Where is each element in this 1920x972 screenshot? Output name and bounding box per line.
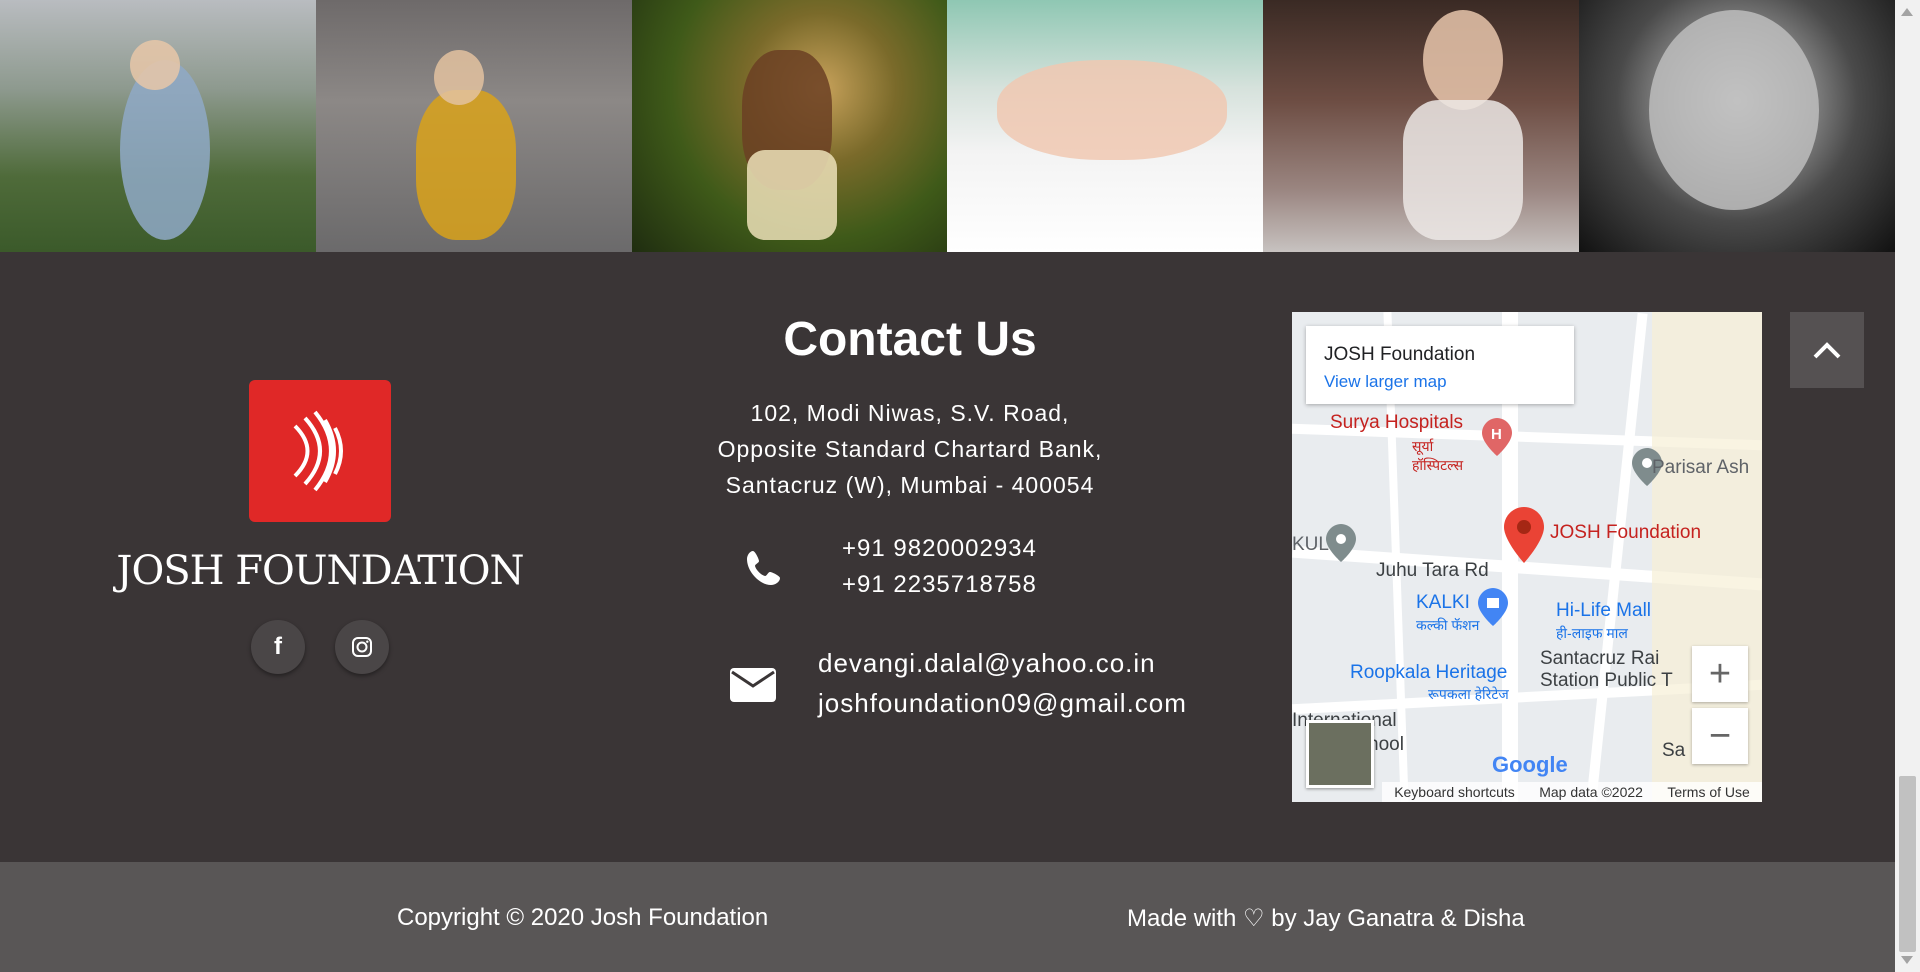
map-label-hilife-hindi: ही-लाइफ माल xyxy=(1556,625,1628,641)
map-label-surya-hindi: सूर्या हॉस्पिटल्स xyxy=(1412,438,1464,473)
zoom-in-icon: + xyxy=(1708,652,1732,695)
email-link[interactable]: joshfoundation09@gmail.com xyxy=(818,683,1187,723)
instagram-glyph xyxy=(352,637,372,657)
zoom-out-icon: − xyxy=(1708,714,1732,757)
brand-name: JOSH FOUNDATION xyxy=(116,548,524,594)
view-larger-map-link[interactable]: View larger map xyxy=(1324,372,1447,392)
address: 102, Modi Niwas, S.V. Road, Opposite Sta… xyxy=(690,395,1130,503)
contact-title: Contact Us xyxy=(783,313,1037,366)
embedded-map[interactable]: JOSH Foundation View larger map Surya Ho… xyxy=(1292,312,1762,802)
address-line: Opposite Standard Chartard Bank, xyxy=(717,436,1103,462)
map-street xyxy=(1586,312,1648,802)
footer-bottom-bar: Copyright © 2020 Josh Foundation Made wi… xyxy=(0,862,1895,972)
logo-mark-icon xyxy=(293,410,343,492)
map-label-josh: JOSH Foundation xyxy=(1550,522,1702,543)
phone-row: +91 9820002934 +91 2235718758 xyxy=(690,531,1130,603)
social-links: f xyxy=(100,620,540,674)
map-label-parisar: Parisar Ash xyxy=(1652,457,1750,478)
email-row: devangi.dalal@yahoo.co.in joshfoundation… xyxy=(690,643,1186,723)
child-reaching-photo[interactable] xyxy=(0,0,316,252)
map-label-kul: KUL xyxy=(1292,534,1329,555)
email-addresses: devangi.dalal@yahoo.co.in joshfoundation… xyxy=(818,643,1187,723)
brand-block: JOSH FOUNDATION f xyxy=(100,380,540,674)
map-label-roopkala: Roopkala Heritage xyxy=(1350,662,1508,683)
back-to-top-button[interactable] xyxy=(1790,312,1864,388)
child-bubbles-photo[interactable] xyxy=(315,0,632,252)
svg-text:H: H xyxy=(1491,426,1502,443)
hospital-pin-icon[interactable]: H xyxy=(1482,418,1512,461)
made-with-text: Made with ♡ by Jay Ganatra & Disha xyxy=(1127,905,1525,932)
chevron-up-icon xyxy=(1813,342,1841,359)
zoom-out-button[interactable]: − xyxy=(1692,708,1748,764)
map-label-juhu: Juhu Tara Rd xyxy=(1376,560,1489,581)
map-data-text: Map data ©2022 xyxy=(1539,784,1643,800)
email-link[interactable]: devangi.dalal@yahoo.co.in xyxy=(818,643,1187,683)
keyboard-shortcuts-link[interactable]: Keyboard shortcuts xyxy=(1394,784,1515,800)
josh-foundation-logo[interactable] xyxy=(249,380,391,522)
child-grass-photo[interactable] xyxy=(631,0,948,252)
shopping-pin-icon[interactable] xyxy=(1478,588,1508,631)
map-label-kalki: KALKI xyxy=(1416,592,1470,613)
map-info-card: JOSH Foundation View larger map xyxy=(1306,326,1574,404)
map-label-santacruz: Santacruz Rai xyxy=(1540,648,1660,669)
google-wordmark: Google xyxy=(1492,752,1568,777)
footer-main: JOSH FOUNDATION f Contact Us 102, Modi N… xyxy=(0,252,1895,862)
envelope-icon xyxy=(730,664,776,702)
phone-number[interactable]: +91 9820002934 xyxy=(842,531,1037,567)
google-logo: Google xyxy=(1492,752,1568,778)
satellite-toggle[interactable] xyxy=(1306,720,1374,788)
baby-crib-photo[interactable] xyxy=(1263,0,1579,252)
map-label-sa: Sa xyxy=(1662,740,1686,761)
terms-of-use-link[interactable]: Terms of Use xyxy=(1667,784,1749,800)
map-label-roopkala-hindi: रूपकला हेरिटेज xyxy=(1428,686,1509,702)
phone-icon xyxy=(730,547,800,587)
scroll-up-arrow-icon[interactable] xyxy=(1901,8,1913,16)
baby-portrait-photo[interactable] xyxy=(1578,0,1895,252)
address-line: Santacruz (W), Mumbai - 400054 xyxy=(725,472,1095,498)
map-label-kalki-hindi: कल्की फॅशन xyxy=(1416,617,1480,633)
map-place-title: JOSH Foundation xyxy=(1324,344,1476,365)
map-label-hilife: Hi-Life Mall xyxy=(1556,600,1652,621)
zoom-in-button[interactable]: + xyxy=(1692,646,1748,702)
scroll-down-arrow-icon[interactable] xyxy=(1901,956,1913,964)
address-line: 102, Modi Niwas, S.V. Road, xyxy=(750,400,1070,426)
josh-foundation-pin-icon[interactable] xyxy=(1504,507,1544,568)
page-scrollbar[interactable] xyxy=(1895,0,1920,972)
scrollbar-thumb[interactable] xyxy=(1899,776,1916,952)
phone-numbers: +91 9820002934 +91 2235718758 xyxy=(842,531,1037,603)
map-label-station: Station Public T xyxy=(1540,670,1673,691)
phone-number[interactable]: +91 2235718758 xyxy=(842,567,1037,603)
copyright-text: Copyright © 2020 Josh Foundation xyxy=(397,904,769,931)
map-label-surya: Surya Hospitals xyxy=(1330,412,1464,433)
facebook-glyph: f xyxy=(274,633,282,660)
place-pin-icon[interactable] xyxy=(1326,524,1356,567)
facebook-icon[interactable]: f xyxy=(251,620,305,674)
contact-section: Contact Us 102, Modi Niwas, S.V. Road, O… xyxy=(690,312,1186,723)
photo-gallery xyxy=(0,0,1895,252)
baby-bed-photo[interactable] xyxy=(947,0,1264,252)
map-footer: Keyboard shortcuts Map data ©2022 Terms … xyxy=(1382,782,1762,802)
instagram-icon[interactable] xyxy=(335,620,389,674)
